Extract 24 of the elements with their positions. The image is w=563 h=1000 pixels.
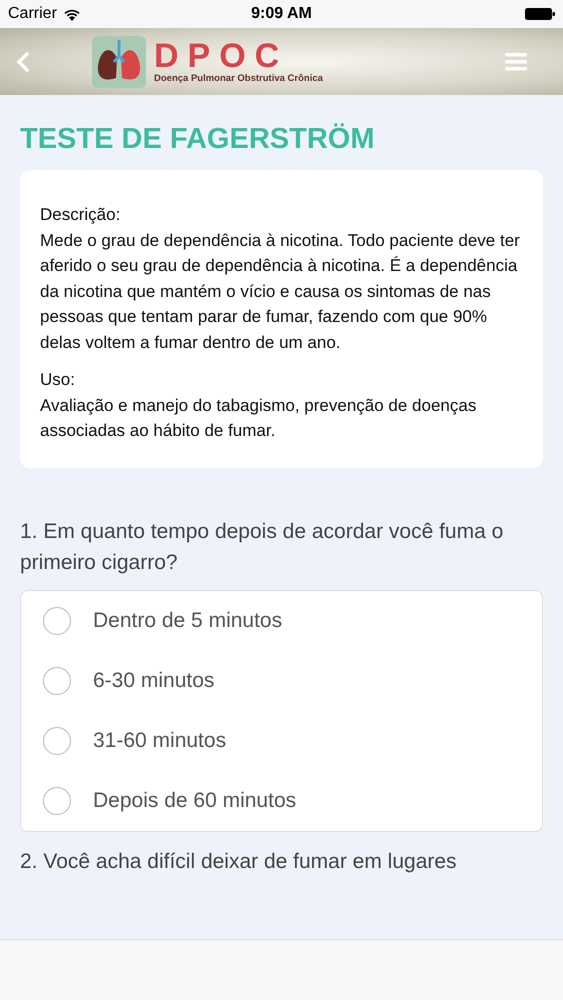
option-label[interactable]: Depois de 60 minutos [93, 788, 296, 812]
back-icon [16, 50, 30, 72]
radio-button[interactable] [43, 726, 71, 754]
section-label: Descrição: [40, 204, 122, 226]
option-label[interactable]: Dentro de 5 minutos [93, 608, 282, 632]
lungs-icon [92, 36, 146, 88]
option-label[interactable]: 31-60 minutos [93, 728, 226, 752]
section-text: Mede o grau de dependência à nicotina. Todo paciente deve ter aferido o seu grau de dependência à nicotina. É a dependência da nicotina que mantém o vício e causa os sintomas de nas pessoas que tentam parar de fumar, fazendo com que 90% delas voltem a fumar dentro de um ano. [40, 230, 521, 354]
logo-title: DPOC [154, 39, 288, 73]
section-text: Avaliação e manejo do tabagismo, prevenção de doenças associadas ao hábito de fumar. [40, 394, 478, 442]
option-label[interactable]: 6-30 minutos [93, 668, 214, 692]
question-text: 1. Em quanto tempo depois de acordar você fuma o primeiro cigarro? [20, 518, 504, 576]
page-title: TESTE DE FAGERSTRÖM [20, 123, 376, 156]
status-time: 9:09 AM [251, 5, 312, 23]
menu-icon [505, 52, 527, 70]
radio-button[interactable] [43, 666, 71, 694]
carrier-name: Carrier [8, 5, 57, 23]
wifi-icon [62, 8, 81, 20]
radio-button[interactable] [43, 786, 71, 814]
battery-icon [525, 8, 555, 20]
logo-subtitle: Doença Pulmonar Obstrutiva Crônica [154, 73, 323, 84]
radio-button[interactable] [43, 606, 71, 634]
question-text: 2. Você acha difícil deixar de fumar em lugares [20, 848, 458, 874]
section-label: Uso: [40, 369, 76, 391]
